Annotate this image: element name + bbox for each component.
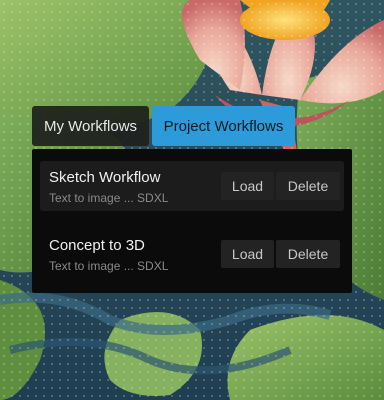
workflow-tabs: My Workflows Project Workflows bbox=[32, 106, 295, 146]
tab-project-workflows[interactable]: Project Workflows bbox=[152, 106, 295, 146]
workflow-row-concept-to-3d[interactable]: Concept to 3D Text to image ... SDXL Loa… bbox=[40, 229, 344, 279]
tab-my-workflows[interactable]: My Workflows bbox=[32, 106, 149, 146]
delete-button[interactable]: Delete bbox=[276, 240, 340, 268]
workflow-actions: Load Delete bbox=[221, 172, 340, 200]
workflow-list-panel: Sketch Workflow Text to image ... SDXL L… bbox=[32, 149, 352, 293]
load-button[interactable]: Load bbox=[221, 240, 274, 268]
workflow-row-sketch[interactable]: Sketch Workflow Text to image ... SDXL L… bbox=[40, 161, 344, 211]
app-window: My Workflows Project Workflows Sketch Wo… bbox=[0, 0, 384, 400]
delete-button[interactable]: Delete bbox=[276, 172, 340, 200]
workflow-actions: Load Delete bbox=[221, 240, 340, 268]
load-button[interactable]: Load bbox=[221, 172, 274, 200]
